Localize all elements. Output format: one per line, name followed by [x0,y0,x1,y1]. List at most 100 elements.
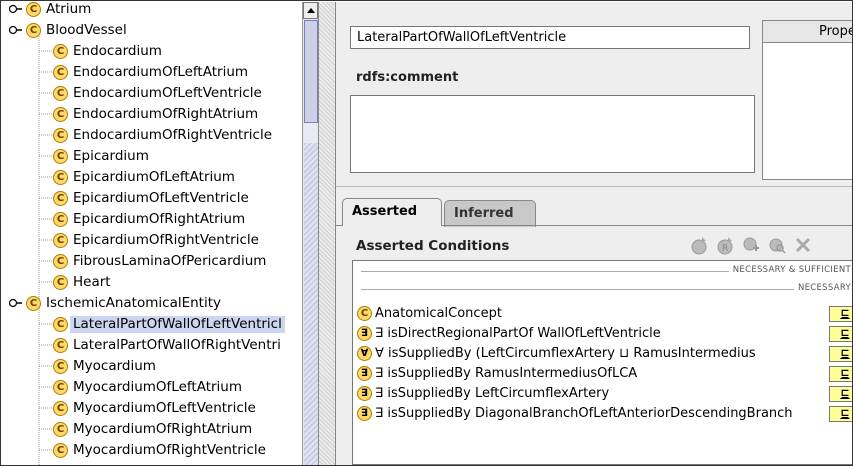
class-icon: C [53,275,68,290]
tree-item-label: EpicardiumOfLeftAtrium [73,169,235,185]
create-named-restriction-icon[interactable]: R [714,234,736,256]
class-icon: C [53,107,68,122]
tree-item-label: MyocardiumOfRightVentricle [73,442,266,458]
subclass-badge[interactable]: ⊑ [829,346,852,362]
subclass-badge[interactable]: ⊑ [829,326,852,342]
universal-restriction-icon: ∀ [357,346,372,361]
tree-item[interactable]: C LateralPartOfWallOfLeftVentricl [2,314,302,335]
svg-text:R: R [722,244,728,254]
tree-item-label: EndocardiumOfRightVentricle [73,127,272,143]
properties-header: Prope [763,21,852,43]
condition-text: ∃ isDirectRegionalPartOf WallOfLeftVentr… [375,326,661,341]
class-hierarchy-tree: C Atrium C BloodVessel C Endocardium C Endocard… [2,2,302,465]
tree-item-label: MyocardiumOfLeftAtrium [73,379,243,395]
tree-item[interactable]: C EndocardiumOfRightAtrium [2,104,302,125]
existential-restriction-icon: ∃ [357,406,372,421]
tree-item-label: Endocardium [73,43,162,59]
tree-item[interactable]: C Epicardium [2,146,302,167]
tree-item-label: LateralPartOfWallOfLeftVentricl [70,316,285,333]
tree-scrollbar[interactable] [302,2,318,465]
delete-condition-icon[interactable] [792,234,814,256]
class-editor-pane: LateralPartOfWallOfLeftVentricle rdfs:co… [336,2,852,465]
section-label: NECESSARY & SUFFICIENT [728,265,851,275]
class-icon: C [53,443,68,458]
class-icon: C [53,212,68,227]
class-icon: C [53,44,68,59]
tree-item-label: BloodVessel [46,22,127,38]
tree-item-label: IschemicAnatomicalEntity [46,295,221,311]
tree-item[interactable]: C BloodVessel [2,20,302,41]
tree-item[interactable]: C IschemicAnatomicalEntity [2,293,302,314]
tree-item-label: EpicardiumOfRightVentricle [73,232,259,248]
tree-item[interactable]: C MyocardiumOfRightAtrium [2,419,302,440]
scroll-up-arrow-icon[interactable] [303,2,318,19]
tree-item-label: Heart [73,274,111,290]
tree-item-label: Epicardium [73,148,149,164]
condition-row[interactable]: ∃ ∃ isSuppliedBy DiagonalBranchOfLeftAnte… [353,404,852,424]
pane-splitter[interactable] [318,2,336,465]
expand-toggle-icon[interactable] [9,298,22,308]
tree-item[interactable]: C EpicardiumOfLeftAtrium [2,167,302,188]
conditions-title: Asserted Conditions [356,238,510,254]
tree-item[interactable]: C EndocardiumOfLeftVentricle [2,83,302,104]
tree-item[interactable]: C Myocardium [2,356,302,377]
tree-item[interactable]: C MyocardiumOfLeftAtrium [2,377,302,398]
tree-item[interactable]: C EndocardiumOfLeftAtrium [2,62,302,83]
class-icon: C [53,317,68,332]
tab-inferred[interactable]: Inferred [444,200,536,227]
tree-item[interactable]: C EpicardiumOfRightVentricle [2,230,302,251]
class-icon: C [53,359,68,374]
class-icon: C [53,191,68,206]
tree-item-label: Myocardium [73,358,156,374]
condition-row[interactable]: ∃ ∃ isDirectRegionalPartOf WallOfLeftVent… [353,324,852,344]
subclass-badge[interactable]: ⊑ [829,406,852,422]
tree-item-label: MyocardiumOfRightAtrium [73,421,253,437]
comment-textarea[interactable] [350,95,755,173]
tree-item[interactable]: C LateralPartOfWallOfRightVentri [2,335,302,356]
tree-item-label: EpicardiumOfLeftVentricle [73,190,249,206]
search-class-icon[interactable] [766,234,788,256]
tree-item[interactable]: C FibrousLaminaOfPericardium [2,251,302,272]
ontology-editor-window: C Atrium C BloodVessel C Endocardium C Endocard… [0,0,853,466]
scrollbar-track[interactable] [304,143,318,465]
condition-row[interactable]: C AnatomicalConcept ⊑ [353,304,852,324]
tree-item-label: EpicardiumOfRightAtrium [73,211,246,227]
expand-toggle-icon[interactable] [9,4,22,14]
tree-item[interactable]: C Heart [2,272,302,293]
tree-item-label: EndocardiumOfRightAtrium [73,106,259,122]
class-name-field[interactable]: LateralPartOfWallOfLeftVentricle [350,26,750,49]
divider [336,186,852,187]
class-icon: C [26,2,41,17]
subclass-badge[interactable]: ⊑ [829,366,852,382]
condition-text: ∀ isSuppliedBy (LeftCircumflexArtery ⊔ R… [375,346,756,361]
condition-row[interactable]: ∀ ∀ isSuppliedBy (LeftCircumflexArtery ⊔ … [353,344,852,364]
class-icon: C [53,65,68,80]
conditions-list: NECESSARY & SUFFICIENT NECESSARY C Anatom… [352,260,852,465]
tree-item[interactable]: C Atrium [2,2,302,20]
condition-text: AnatomicalConcept [375,306,502,321]
tree-item[interactable]: C EpicardiumOfLeftVentricle [2,188,302,209]
tree-item-label: EndocardiumOfLeftVentricle [73,85,262,101]
condition-row[interactable]: ∃ ∃ isSuppliedBy RamusIntermediusOfLCA ⊑ [353,364,852,384]
class-icon: C [53,380,68,395]
class-icon: C [53,233,68,248]
scrollbar-thumb[interactable] [304,20,318,123]
tree-item[interactable]: C MyocardiumOfRightVentricle [2,440,302,461]
subclass-badge[interactable]: ⊑ [829,386,852,402]
tree-item[interactable]: C EndocardiumOfRightVentricle [2,125,302,146]
section-necessary: NECESSARY [353,282,852,296]
add-class-icon[interactable] [740,234,762,256]
condition-row[interactable]: ∃ ∃ isSuppliedBy LeftCircumflexArtery ⊑ [353,384,852,404]
tab-asserted[interactable]: Asserted [342,198,442,226]
properties-panel: Prope [762,20,852,180]
tree-item[interactable]: C EpicardiumOfRightAtrium [2,209,302,230]
expand-toggle-icon[interactable] [9,25,22,35]
create-restriction-icon[interactable] [688,234,710,256]
condition-text: ∃ isSuppliedBy LeftCircumflexArtery [375,386,610,401]
tree-item-label: Atrium [46,2,92,17]
class-icon: C [53,254,68,269]
class-icon: C [53,149,68,164]
tree-item[interactable]: C Endocardium [2,41,302,62]
subclass-badge[interactable]: ⊑ [829,306,852,322]
tree-item[interactable]: C MyocardiumOfLeftVentricle [2,398,302,419]
